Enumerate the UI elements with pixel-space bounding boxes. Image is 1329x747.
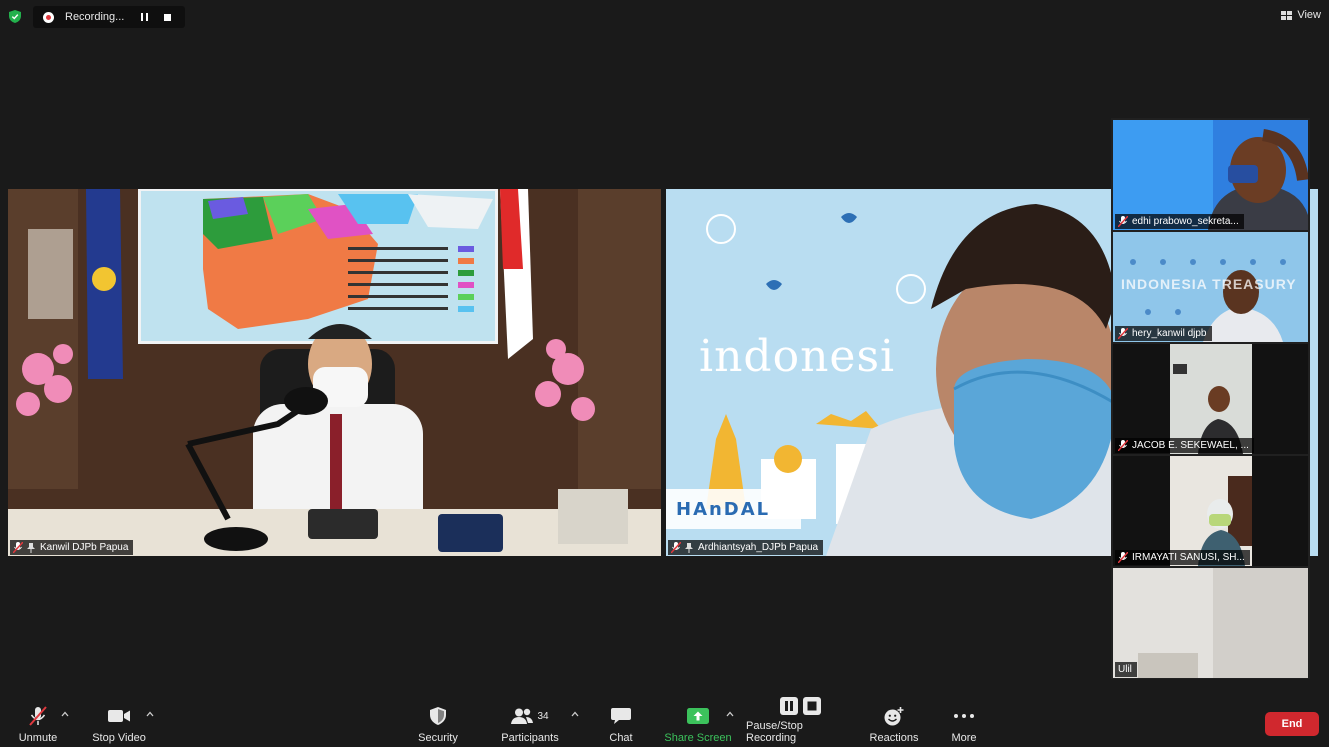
pin-icon xyxy=(27,542,35,553)
recording-label: Recording... xyxy=(65,11,125,23)
mic-muted-icon xyxy=(671,542,681,553)
mic-muted-icon xyxy=(1118,328,1128,339)
share-screen-icon xyxy=(687,708,709,724)
participant-name-label: hery_kanwil djpb xyxy=(1115,326,1212,341)
participant-name-label: JACOB E. SEKEWAEL, ... xyxy=(1115,438,1254,453)
pause-stop-recording-icon xyxy=(780,697,821,715)
recording-indicator: Recording... xyxy=(33,6,185,28)
participant-name: JACOB E. SEKEWAEL, ... xyxy=(1132,440,1249,451)
participants-count: 34 xyxy=(537,710,549,722)
security-label: Security xyxy=(418,732,458,744)
pause-stop-recording-button[interactable]: Pause/Stop Recording xyxy=(746,697,856,747)
chat-label: Chat xyxy=(609,732,633,744)
stop-icon xyxy=(163,13,171,21)
more-button[interactable]: More xyxy=(944,700,984,747)
mic-muted-icon xyxy=(1118,440,1128,451)
participants-label: Participants xyxy=(501,732,559,744)
meeting-toolbar: Unmute Stop Video Security 34 Participan… xyxy=(0,697,1329,747)
backdrop-banner: HAnDAL xyxy=(676,499,771,520)
mic-muted-icon xyxy=(1118,216,1128,227)
stop-video-label: Stop Video xyxy=(92,732,146,744)
unmute-button[interactable]: Unmute xyxy=(14,700,62,747)
chat-bubble-icon xyxy=(611,708,631,724)
reactions-label: Reactions xyxy=(869,732,919,744)
video-tile-speaker[interactable]: Kanwil DJPb Papua xyxy=(8,189,661,556)
participant-strip: edhi prabowo_sekreta... INDONESIA TREASU… xyxy=(1111,118,1310,679)
participants-button[interactable]: 34 Participants xyxy=(500,700,560,747)
participant-name: Ulil xyxy=(1118,664,1132,675)
reactions-smiley-icon xyxy=(884,706,904,725)
grid-view-icon xyxy=(1281,10,1293,20)
chat-button[interactable]: Chat xyxy=(600,700,642,747)
side-video-frame xyxy=(1113,568,1308,678)
security-shield-icon[interactable] xyxy=(9,10,21,23)
participant-name: IRMAYATI SANUSI, SH... xyxy=(1132,552,1245,563)
share-screen-button[interactable]: Share Screen xyxy=(664,700,732,747)
reactions-button[interactable]: Reactions xyxy=(868,700,920,747)
pause-icon xyxy=(140,13,148,21)
side-video-tile[interactable]: JACOB E. SEKEWAEL, ... xyxy=(1113,344,1308,454)
unmute-label: Unmute xyxy=(18,732,58,744)
view-button[interactable]: View xyxy=(1281,6,1321,24)
side-video-tile[interactable]: Ulil xyxy=(1113,568,1308,678)
recording-dot-icon xyxy=(43,11,54,23)
video-camera-icon xyxy=(108,710,130,722)
participant-name-label: IRMAYATI SANUSI, SH... xyxy=(1115,550,1250,565)
stop-video-button[interactable]: Stop Video xyxy=(88,700,150,747)
participants-icon xyxy=(511,708,534,724)
side-video-tile[interactable]: INDONESIA TREASURY hery_kanwil djpb xyxy=(1113,232,1308,342)
participant-name-label: edhi prabowo_sekreta... xyxy=(1115,214,1244,229)
end-meeting-button[interactable]: End xyxy=(1265,712,1319,736)
participant-name-label: Ardhiantsyah_DJPb Papua xyxy=(668,540,824,555)
participant-name-label: Kanwil DJPb Papua xyxy=(10,540,134,555)
more-label: More xyxy=(951,732,977,744)
backdrop-treasury: INDONESIA TREASURY xyxy=(1121,276,1297,292)
stop-recording-button[interactable] xyxy=(159,9,175,25)
chevron-up-icon[interactable] xyxy=(146,710,154,718)
mic-muted-icon xyxy=(1118,552,1128,563)
pin-icon xyxy=(685,542,693,553)
pause-recording-button[interactable] xyxy=(136,9,152,25)
pause-stop-recording-label: Pause/Stop Recording xyxy=(746,720,803,744)
side-video-tile[interactable]: IRMAYATI SANUSI, SH... xyxy=(1113,456,1308,566)
more-dots-icon xyxy=(954,714,974,718)
share-screen-label: Share Screen xyxy=(664,732,732,744)
mic-muted-icon xyxy=(29,706,47,726)
mic-muted-icon xyxy=(13,542,23,553)
chevron-up-icon[interactable] xyxy=(726,710,734,718)
chevron-up-icon[interactable] xyxy=(61,710,69,718)
participant-name: edhi prabowo_sekreta... xyxy=(1132,216,1239,227)
speaker-video-frame xyxy=(8,189,661,556)
view-label: View xyxy=(1297,9,1321,21)
chevron-up-icon[interactable] xyxy=(571,710,579,718)
participant-name: Ardhiantsyah_DJPb Papua xyxy=(698,542,819,553)
backdrop-word: indonesi xyxy=(699,331,896,382)
participant-name: Kanwil DJPb Papua xyxy=(40,542,129,553)
participant-name: hery_kanwil djpb xyxy=(1132,328,1207,339)
side-video-tile[interactable]: edhi prabowo_sekreta... xyxy=(1113,120,1308,230)
shield-icon xyxy=(430,707,446,725)
participant-name-label: Ulil xyxy=(1115,662,1137,677)
security-button[interactable]: Security xyxy=(414,700,462,747)
